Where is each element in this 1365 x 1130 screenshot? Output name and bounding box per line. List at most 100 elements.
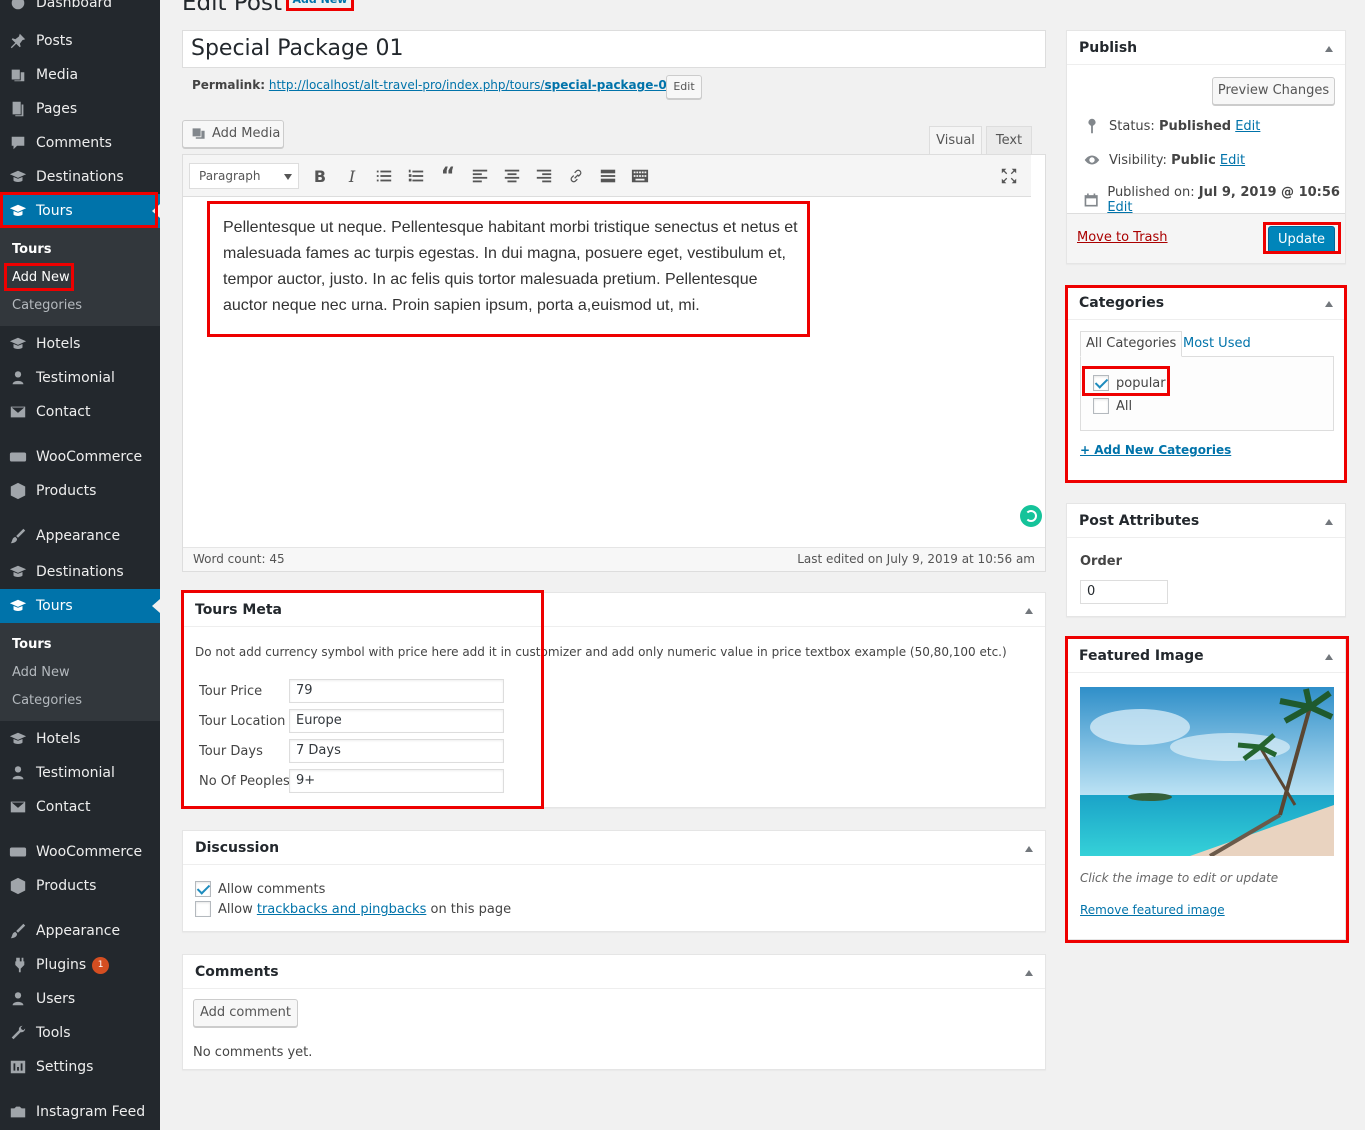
submenu-categories-2[interactable]: Categories bbox=[12, 693, 82, 708]
tab-visual[interactable]: Visual bbox=[929, 126, 982, 155]
menu-tours[interactable]: Tours bbox=[0, 194, 160, 228]
menu-destinations[interactable]: Destinations bbox=[0, 160, 160, 194]
add-media-button[interactable]: Add Media bbox=[182, 120, 284, 148]
category-popular-checkbox[interactable] bbox=[1093, 375, 1109, 391]
menu-woocommerce-2[interactable]: WooCommerce bbox=[0, 835, 160, 869]
add-new-button[interactable]: Add New bbox=[286, 0, 354, 11]
tour-location-input[interactable]: Europe bbox=[289, 709, 504, 733]
permalink-link[interactable]: http://localhost/alt-travel-pro/index.ph… bbox=[269, 78, 679, 92]
post-title-input[interactable]: Special Package 01 bbox=[182, 30, 1046, 68]
featured-image-title[interactable]: Featured Image bbox=[1067, 639, 1345, 673]
menu-appearance-2[interactable]: Appearance bbox=[0, 914, 160, 948]
graduation-cap-icon bbox=[0, 597, 36, 615]
no-of-peoples-input[interactable]: 9+ bbox=[289, 769, 504, 793]
category-all-checkbox[interactable] bbox=[1093, 398, 1109, 414]
discussion-title[interactable]: Discussion bbox=[183, 831, 1045, 865]
collapse-icon[interactable] bbox=[1025, 970, 1033, 976]
eye-icon bbox=[1084, 155, 1100, 165]
menu-plugins[interactable]: Plugins 1 bbox=[0, 948, 160, 982]
fullscreen-icon[interactable] bbox=[998, 165, 1020, 187]
submenu-tours-2[interactable]: Tours bbox=[12, 637, 51, 652]
menu-destinations-2[interactable]: Destinations bbox=[0, 555, 160, 589]
menu-hotels-2[interactable]: Hotels bbox=[0, 722, 160, 756]
menu-instagram-feed[interactable]: Instagram Feed bbox=[0, 1095, 160, 1129]
tab-most-used[interactable]: Most Used bbox=[1183, 336, 1251, 351]
tour-price-input[interactable]: 79 bbox=[289, 679, 504, 703]
align-right-icon[interactable] bbox=[533, 165, 555, 187]
menu-tools[interactable]: Tools bbox=[0, 1016, 160, 1050]
menu-testimonial-2[interactable]: Testimonial bbox=[0, 756, 160, 790]
grammarly-icon[interactable] bbox=[1020, 505, 1042, 527]
remove-featured-image-link[interactable]: Remove featured image bbox=[1080, 903, 1225, 917]
menu-products[interactable]: Products bbox=[0, 474, 160, 508]
no-comments-text: No comments yet. bbox=[193, 1045, 313, 1060]
tab-text[interactable]: Text bbox=[986, 126, 1032, 155]
menu-woocommerce[interactable]: WooCommerce bbox=[0, 440, 160, 474]
editor-content[interactable]: Pellentesque ut neque. Pellentesque habi… bbox=[223, 215, 803, 319]
collapse-icon[interactable] bbox=[1325, 654, 1333, 660]
submenu-add-new[interactable]: Add New bbox=[12, 270, 70, 285]
menu-pages[interactable]: Pages bbox=[0, 92, 160, 126]
toolbar-toggle-icon[interactable] bbox=[629, 165, 651, 187]
align-center-icon[interactable] bbox=[501, 165, 523, 187]
featured-image[interactable] bbox=[1080, 687, 1334, 856]
graduation-cap-icon bbox=[0, 730, 36, 748]
permalink-edit-button[interactable]: Edit bbox=[666, 75, 702, 99]
link-icon[interactable] bbox=[565, 165, 587, 187]
post-attributes-title[interactable]: Post Attributes bbox=[1067, 504, 1345, 538]
status-edit-link[interactable]: Edit bbox=[1235, 119, 1260, 134]
collapse-icon[interactable] bbox=[1325, 301, 1333, 307]
allow-comments-checkbox[interactable] bbox=[195, 881, 211, 897]
pin-icon bbox=[0, 32, 36, 50]
tours-meta-title[interactable]: Tours Meta bbox=[183, 593, 1045, 627]
collapse-icon[interactable] bbox=[1025, 846, 1033, 852]
categories-title[interactable]: Categories bbox=[1067, 286, 1345, 320]
italic-icon[interactable]: I bbox=[341, 165, 363, 187]
menu-products-2[interactable]: Products bbox=[0, 869, 160, 903]
add-comment-button[interactable]: Add comment bbox=[193, 999, 298, 1027]
trackbacks-link[interactable]: trackbacks and pingbacks bbox=[257, 902, 427, 917]
publish-title[interactable]: Publish bbox=[1067, 31, 1345, 65]
preview-changes-button[interactable]: Preview Changes bbox=[1212, 77, 1335, 105]
blockquote-icon[interactable]: “ bbox=[437, 164, 459, 189]
graduation-cap-icon bbox=[0, 563, 36, 581]
format-select[interactable]: Paragraph bbox=[189, 163, 299, 189]
menu-testimonial[interactable]: Testimonial bbox=[0, 361, 160, 395]
menu-contact[interactable]: Contact bbox=[0, 395, 160, 429]
collapse-icon[interactable] bbox=[1325, 519, 1333, 525]
mail-icon bbox=[0, 403, 36, 421]
numbered-list-icon[interactable] bbox=[405, 165, 427, 187]
menu-posts[interactable]: Posts bbox=[0, 24, 160, 58]
allow-trackbacks-checkbox[interactable] bbox=[195, 901, 211, 917]
order-input[interactable]: 0 bbox=[1080, 580, 1168, 604]
move-to-trash-link[interactable]: Move to Trash bbox=[1077, 230, 1168, 245]
allow-trackbacks-label: Allow trackbacks and pingbacks on this p… bbox=[218, 902, 512, 917]
menu-users[interactable]: Users bbox=[0, 982, 160, 1016]
menu-dashboard[interactable]: Dashboard bbox=[0, 0, 160, 20]
category-all-label: All bbox=[1116, 399, 1133, 414]
dashboard-icon bbox=[0, 0, 36, 12]
menu-tours-2[interactable]: Tours bbox=[0, 589, 160, 623]
tab-all-categories[interactable]: All Categories bbox=[1080, 331, 1183, 357]
submenu-add-new-2[interactable]: Add New bbox=[12, 665, 70, 680]
submenu-tours[interactable]: Tours bbox=[12, 242, 51, 257]
menu-settings[interactable]: Settings bbox=[0, 1050, 160, 1084]
menu-appearance[interactable]: Appearance bbox=[0, 519, 160, 553]
submenu-categories[interactable]: Categories bbox=[12, 298, 82, 313]
add-new-category-link[interactable]: + Add New Categories bbox=[1080, 443, 1231, 457]
bold-icon[interactable]: B bbox=[309, 165, 331, 187]
menu-comments[interactable]: Comments bbox=[0, 126, 160, 160]
align-left-icon[interactable] bbox=[469, 165, 491, 187]
menu-media[interactable]: Media bbox=[0, 58, 160, 92]
collapse-icon[interactable] bbox=[1325, 46, 1333, 52]
menu-hotels[interactable]: Hotels bbox=[0, 327, 160, 361]
bullet-list-icon[interactable] bbox=[373, 165, 395, 187]
read-more-icon[interactable] bbox=[597, 165, 619, 187]
tour-days-input[interactable]: 7 Days bbox=[289, 739, 504, 763]
visibility-edit-link[interactable]: Edit bbox=[1220, 153, 1245, 168]
menu-contact-2[interactable]: Contact bbox=[0, 790, 160, 824]
comments-title[interactable]: Comments bbox=[183, 955, 1045, 989]
update-button[interactable]: Update bbox=[1268, 226, 1335, 254]
woocommerce-icon bbox=[0, 843, 36, 861]
collapse-icon[interactable] bbox=[1025, 608, 1033, 614]
